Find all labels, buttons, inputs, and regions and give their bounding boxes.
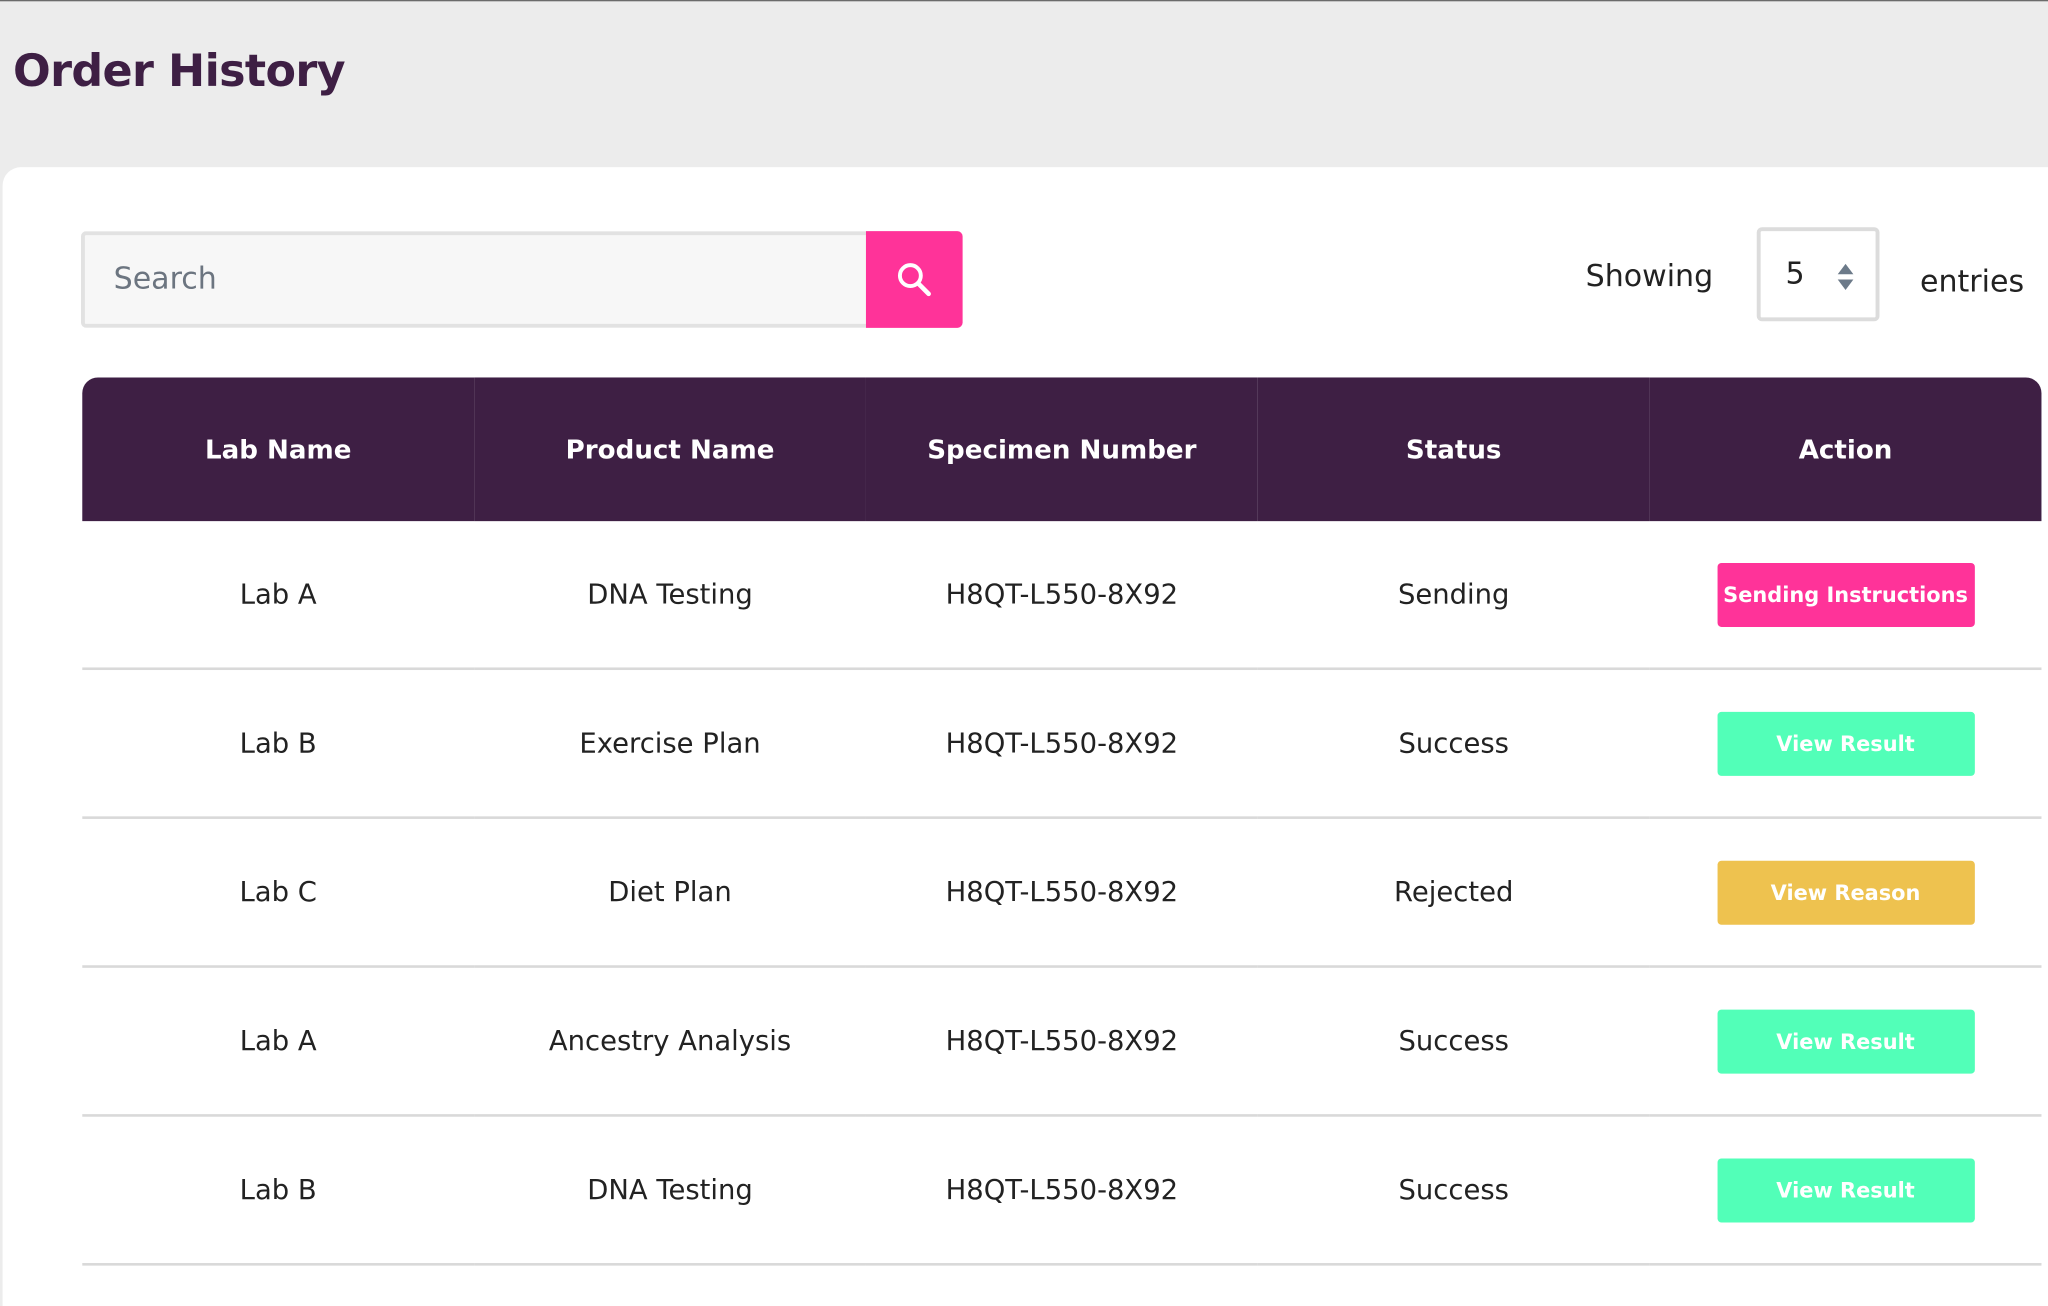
sort-arrows-icon <box>1837 263 1854 290</box>
cell-action: View Reason <box>1649 817 2042 968</box>
table-row: Lab C Diet Plan H8QT-L550-8X92 Rejected … <box>82 817 2042 968</box>
entries-selected-value: 5 <box>1785 257 1805 292</box>
view-result-button[interactable]: View Result <box>1716 711 1975 776</box>
cell-product-name: DNA Testing <box>474 521 866 671</box>
cell-status: Success <box>1257 668 1650 819</box>
page-title: Order History <box>13 45 345 98</box>
orders-table-container: Lab Name Product Name Specimen Number St… <box>82 377 2042 1266</box>
cell-specimen-number: H8QT-L550-8X92 <box>865 668 1258 819</box>
column-header-status[interactable]: Status <box>1257 377 1650 522</box>
cell-lab-name: Lab C <box>82 817 475 968</box>
cell-product-name: DNA Testing <box>474 1115 866 1266</box>
column-header-specimen-number[interactable]: Specimen Number <box>865 377 1258 522</box>
table-row: Lab B Exercise Plan H8QT-L550-8X92 Succe… <box>82 668 2042 819</box>
table-row: Lab B DNA Testing H8QT-L550-8X92 Success… <box>82 1115 2042 1266</box>
cell-product-name: Diet Plan <box>474 817 866 968</box>
cell-lab-name: Lab A <box>82 521 475 671</box>
cell-product-name: Exercise Plan <box>474 668 866 819</box>
cell-specimen-number: H8QT-L550-8X92 <box>865 521 1258 671</box>
view-result-button[interactable]: View Result <box>1716 1008 1975 1073</box>
entries-per-page-select[interactable]: 5 <box>1756 227 1880 322</box>
cell-action: View Result <box>1649 668 2042 819</box>
cell-action: Sending Instructions <box>1649 521 2042 671</box>
table-header-row: Lab Name Product Name Specimen Number St… <box>82 377 2042 522</box>
column-header-product-name[interactable]: Product Name <box>474 377 866 522</box>
column-header-action: Action <box>1649 377 2042 522</box>
order-history-page: Order History Showing 5 entries Lab Name… <box>0 0 2048 1306</box>
cell-action: View Result <box>1649 966 2042 1117</box>
sending-instructions-button[interactable]: Sending Instructions <box>1716 562 1975 627</box>
view-result-button[interactable]: View Result <box>1716 1157 1975 1222</box>
search-input[interactable] <box>80 231 866 328</box>
cell-status: Sending <box>1257 521 1650 671</box>
cell-specimen-number: H8QT-L550-8X92 <box>865 1115 1258 1266</box>
view-reason-button[interactable]: View Reason <box>1716 860 1975 925</box>
table-row: Lab A Ancestry Analysis H8QT-L550-8X92 S… <box>82 966 2042 1117</box>
search-bar <box>80 231 963 328</box>
cell-specimen-number: H8QT-L550-8X92 <box>865 817 1258 968</box>
cell-status: Success <box>1257 966 1650 1117</box>
cell-action: View Result <box>1649 1115 2042 1266</box>
cell-status: Rejected <box>1257 817 1650 968</box>
cell-lab-name: Lab B <box>82 1115 475 1266</box>
cell-status: Success <box>1257 1115 1650 1266</box>
search-button[interactable] <box>865 231 963 328</box>
cell-product-name: Ancestry Analysis <box>474 966 866 1117</box>
cell-specimen-number: H8QT-L550-8X92 <box>865 966 1258 1117</box>
cell-lab-name: Lab B <box>82 668 475 819</box>
entries-label: entries <box>1919 265 2025 300</box>
column-header-lab-name[interactable]: Lab Name <box>82 377 475 522</box>
orders-table: Lab Name Product Name Specimen Number St… <box>82 377 2042 1266</box>
showing-label: Showing <box>1585 259 1714 294</box>
search-icon <box>897 263 931 297</box>
table-row: Lab A DNA Testing H8QT-L550-8X92 Sending… <box>82 521 2042 671</box>
cell-lab-name: Lab A <box>82 966 475 1117</box>
